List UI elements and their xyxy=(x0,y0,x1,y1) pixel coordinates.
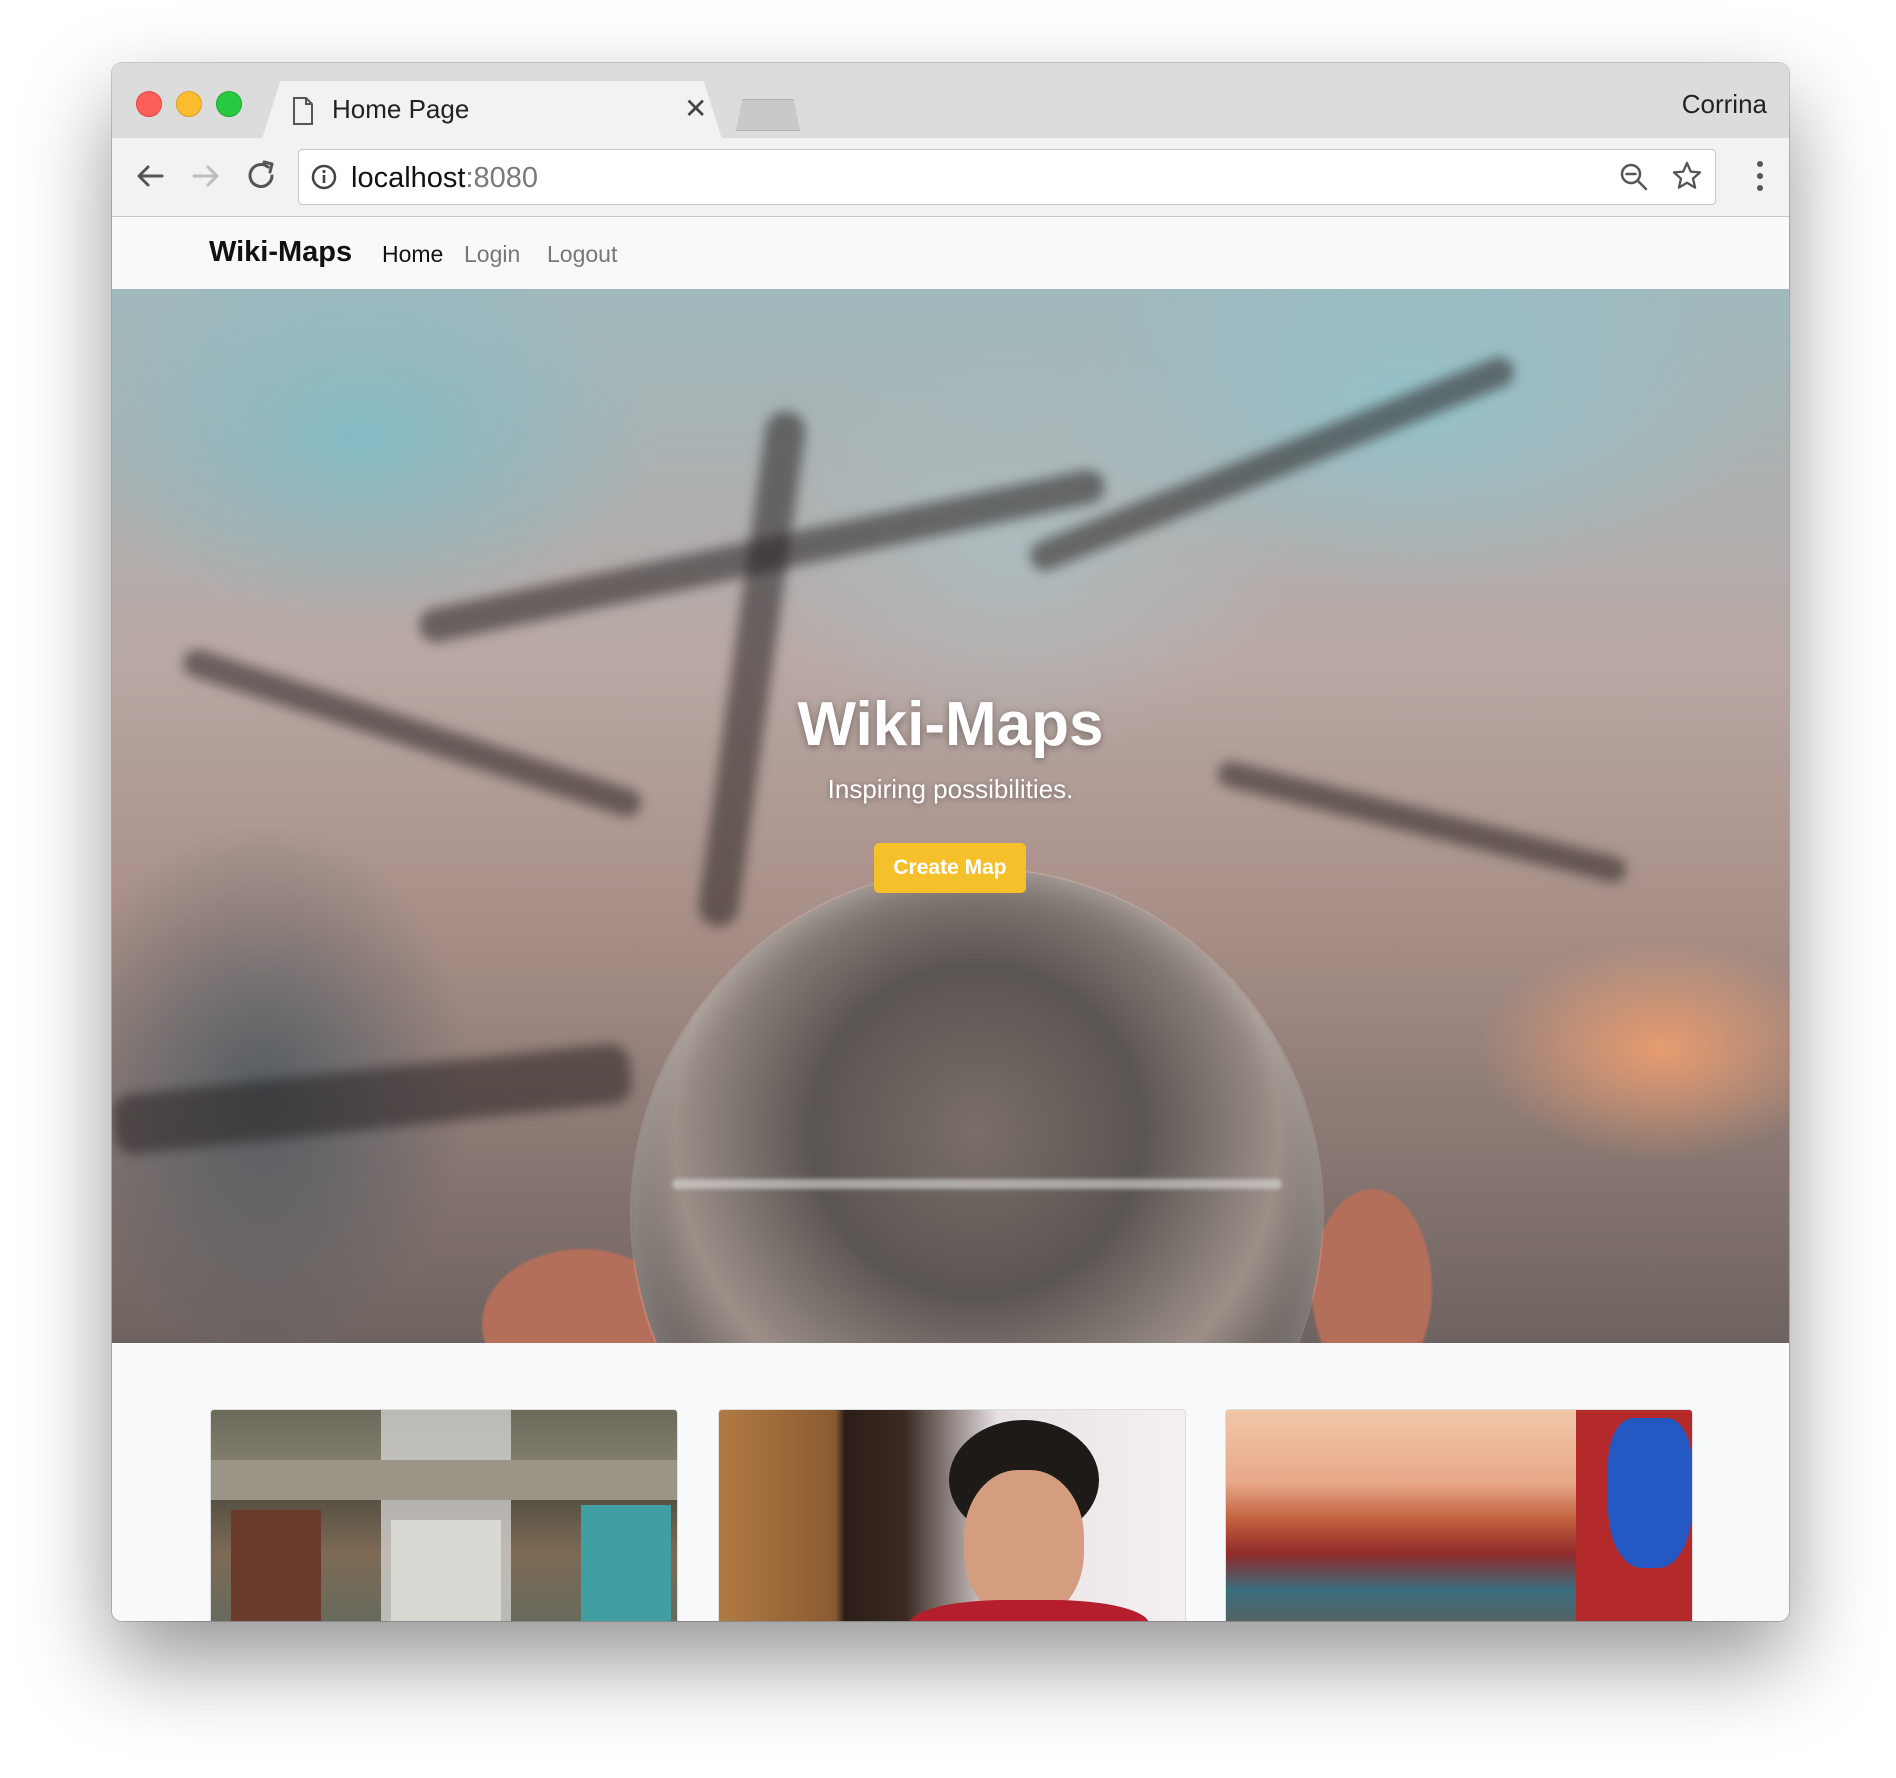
kebab-menu-icon[interactable] xyxy=(1753,156,1767,196)
site-navbar: Wiki-Maps Home Login Logout xyxy=(112,217,1789,289)
card-image-girl-eating[interactable] xyxy=(718,1409,1186,1621)
hero-banner: Wiki-Maps Inspiring possibilities. Creat… xyxy=(112,289,1789,1343)
card-image-aerial-city[interactable] xyxy=(210,1409,678,1621)
hero-bg-branch xyxy=(1025,352,1519,576)
title-bar: Home Page ✕ Corrina xyxy=(112,63,1789,139)
back-icon[interactable] xyxy=(130,156,170,196)
tab-close-icon[interactable]: ✕ xyxy=(684,95,707,123)
nav-link-login[interactable]: Login xyxy=(464,241,520,268)
url-host: localhost xyxy=(351,162,466,194)
tab-title: Home Page xyxy=(332,94,470,124)
hero-bg-hand xyxy=(1312,1189,1432,1343)
new-tab-button[interactable] xyxy=(736,99,800,131)
zoom-icon[interactable] xyxy=(1619,162,1649,192)
hero-bg-branch xyxy=(112,1041,634,1157)
browser-window: Home Page ✕ Corrina localhost:8080 Wiki-… xyxy=(112,63,1789,1621)
window-maximize-button[interactable] xyxy=(216,91,242,117)
nav-link-logout[interactable]: Logout xyxy=(547,241,617,268)
nav-link-home[interactable]: Home xyxy=(382,241,443,268)
browser-toolbar: localhost:8080 xyxy=(112,138,1789,217)
url-text[interactable]: localhost:8080 xyxy=(351,162,538,195)
hero-subtitle: Inspiring possibilities. xyxy=(827,774,1074,804)
hero-orb-horizon xyxy=(672,1179,1282,1189)
address-bar[interactable]: localhost:8080 xyxy=(298,149,1716,205)
reload-icon[interactable] xyxy=(242,156,282,196)
create-map-button[interactable]: Create Map xyxy=(874,843,1026,893)
url-port: :8080 xyxy=(465,162,539,194)
page-icon xyxy=(293,97,313,125)
hero-crystal-ball-image xyxy=(632,869,1322,1343)
window-close-button[interactable] xyxy=(136,91,162,117)
tab-home-page[interactable] xyxy=(262,81,722,139)
info-icon[interactable] xyxy=(311,164,337,190)
star-icon[interactable] xyxy=(1671,160,1703,192)
forward-icon[interactable] xyxy=(186,156,226,196)
navbar-brand[interactable]: Wiki-Maps xyxy=(209,236,352,269)
card-image-temple-backpack[interactable] xyxy=(1225,1409,1693,1621)
hero-bg-branch xyxy=(696,408,808,930)
page-viewport: Wiki-Maps Home Login Logout Wiki-Maps In… xyxy=(112,217,1789,1621)
hero-title: Wiki-Maps xyxy=(797,690,1104,759)
window-minimize-button[interactable] xyxy=(176,91,202,117)
profile-name[interactable]: Corrina xyxy=(1682,89,1767,120)
